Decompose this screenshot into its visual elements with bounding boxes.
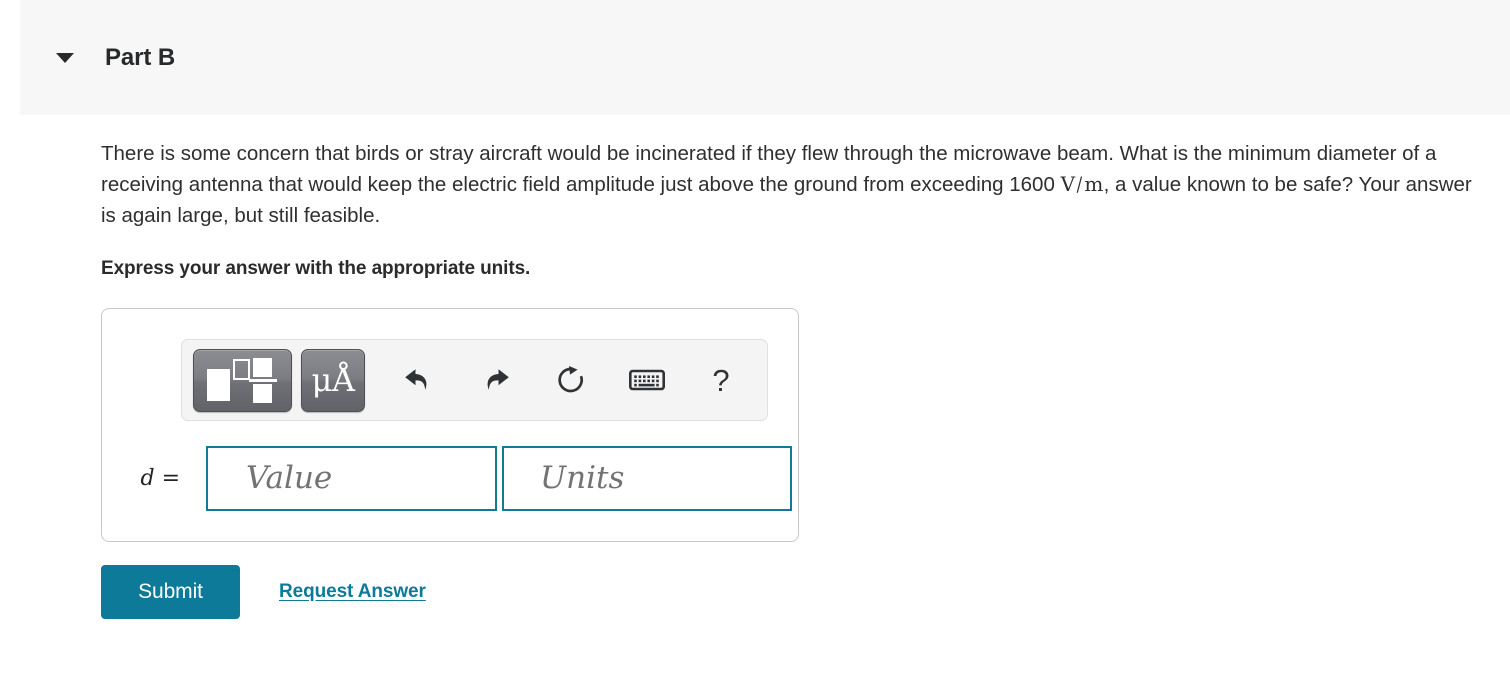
- value-input-placeholder: Value: [246, 460, 333, 496]
- answer-instruction: Express your answer with the appropriate…: [101, 258, 531, 279]
- answer-entry-box: μÅ ? d = Value Units: [101, 308, 799, 542]
- reset-circular-arrow-icon: [555, 364, 587, 396]
- page-title: Part B: [105, 43, 176, 71]
- request-answer-link[interactable]: Request Answer: [279, 581, 426, 603]
- answer-input-row: d = Value Units: [127, 446, 792, 511]
- redo-arrow-icon: [478, 365, 512, 395]
- unit-slash: /: [1076, 172, 1083, 196]
- submit-button[interactable]: Submit: [101, 565, 240, 619]
- unit-numerator: V: [1060, 172, 1076, 196]
- undo-arrow-icon: [402, 365, 436, 395]
- value-input[interactable]: Value: [206, 446, 497, 511]
- units-button[interactable]: μÅ: [301, 348, 365, 412]
- math-toolbar: μÅ ?: [181, 339, 768, 421]
- unit-volts-per-meter: V/m: [1061, 172, 1104, 196]
- caret-down-icon: [56, 52, 74, 63]
- variable-label: d =: [127, 466, 180, 491]
- keyboard-button[interactable]: [621, 355, 673, 405]
- part-header: Part B: [20, 0, 1510, 115]
- question-text: There is some concern that birds or stra…: [101, 138, 1491, 231]
- reset-button[interactable]: [545, 355, 597, 405]
- units-input[interactable]: Units: [502, 446, 792, 511]
- question-content: There is some concern that birds or stra…: [101, 138, 1491, 280]
- units-input-placeholder: Units: [540, 460, 625, 496]
- micro-angstrom-units-icon: μÅ: [311, 361, 355, 399]
- answer-actions: Submit Request Answer: [101, 565, 426, 619]
- unit-denominator: m: [1084, 172, 1104, 196]
- redo-button[interactable]: [469, 355, 521, 405]
- equals-sign: =: [161, 466, 180, 491]
- math-template-icon: [206, 357, 279, 403]
- help-button[interactable]: ?: [695, 355, 747, 405]
- undo-button[interactable]: [393, 355, 445, 405]
- part-collapse-toggle[interactable]: [48, 52, 82, 63]
- keyboard-icon: [629, 368, 665, 392]
- math-template-button[interactable]: [193, 348, 292, 412]
- question-mark-icon: ?: [712, 362, 730, 398]
- variable-symbol: d: [140, 466, 155, 491]
